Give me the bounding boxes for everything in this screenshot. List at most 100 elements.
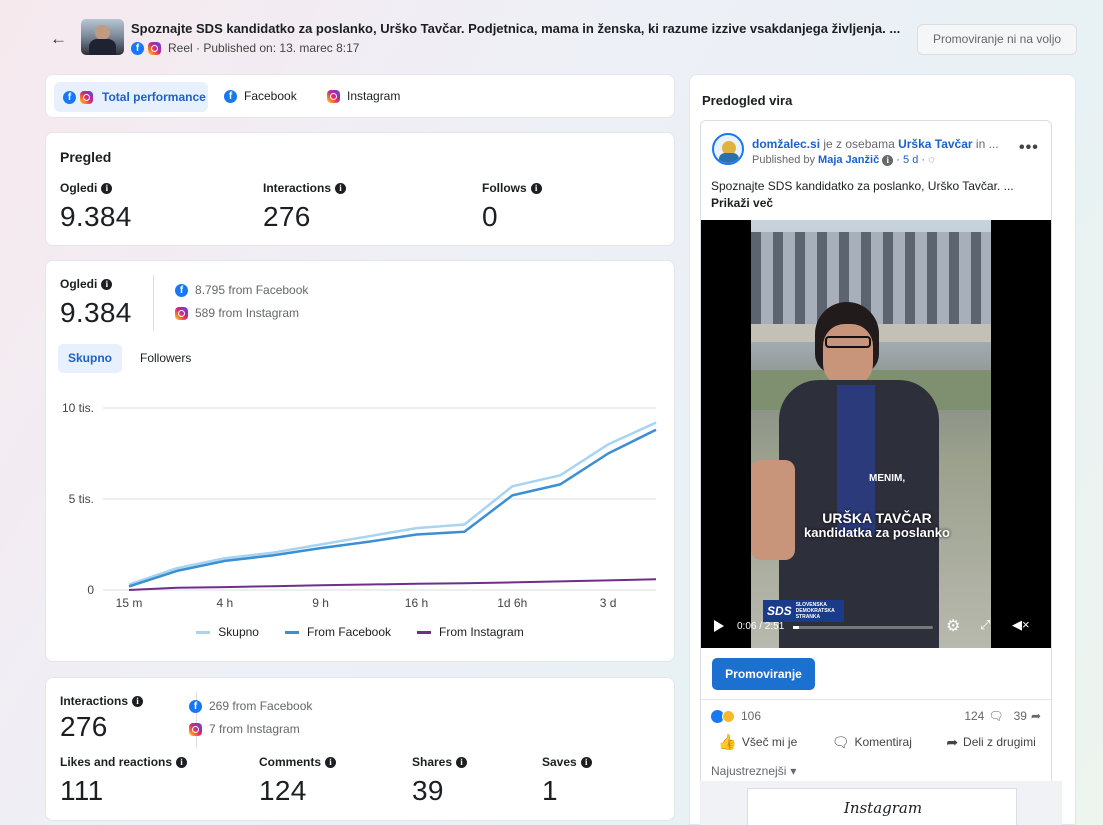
instagram-interactions: 7 from Instagram — [209, 722, 300, 736]
facebook-views: 8.795 from Facebook — [195, 283, 309, 297]
comment-sort[interactable]: Najustreznejši ▾ — [711, 764, 796, 778]
overview-views: Ogledi i 9.384 — [60, 181, 132, 233]
metric-label: Comments — [259, 755, 322, 769]
info-icon[interactable]: i — [132, 695, 144, 707]
author-link[interactable]: Maja Janžič — [818, 154, 879, 166]
promote-button[interactable]: Promoviranje — [712, 658, 815, 690]
facebook-icon: f — [131, 41, 144, 55]
post-time: · 5 d · — [893, 154, 929, 166]
instagram-icon — [189, 722, 202, 736]
series-line-skupno[interactable] — [128, 421, 657, 586]
post-meta-text: Reel · Published on: 13. marec 8:17 — [168, 41, 360, 55]
info-icon[interactable]: i — [530, 182, 542, 194]
post-title: Spoznajte SDS kandidatko za poslanko, Ur… — [131, 21, 901, 36]
legend-label: From Facebook — [306, 625, 392, 639]
comments-count[interactable]: 124 — [964, 709, 984, 723]
instagram-preview-strip: Instagram — [700, 781, 1062, 825]
sds-logo-text: SDS — [767, 604, 792, 618]
video-caption-small: MENIM, — [869, 473, 906, 484]
metric-label: Follows — [482, 181, 527, 195]
like-icon: 👍 — [718, 734, 737, 751]
promote-unavailable-button[interactable]: Promoviranje ni na voljo — [917, 24, 1077, 55]
legend-instagram: From Instagram — [417, 625, 524, 639]
more-options-icon[interactable]: ••• — [1019, 139, 1039, 157]
tab-instagram[interactable]: Instagram — [327, 89, 400, 103]
info-icon[interactable]: i — [882, 155, 894, 166]
saves-metric: Saves i 1 — [542, 755, 592, 807]
legend-label: From Instagram — [439, 625, 524, 639]
share-label: Deli z drugimi — [963, 735, 1036, 749]
back-arrow-icon[interactable]: ← — [50, 29, 67, 49]
info-icon[interactable]: i — [325, 756, 337, 768]
info-icon[interactable]: i — [101, 182, 113, 194]
views-metric: Ogledi i 9.384 — [60, 277, 132, 329]
info-icon[interactable]: i — [335, 182, 347, 194]
globe-icon: ◌ — [928, 154, 935, 166]
page-name-link[interactable]: domžalec.si — [752, 137, 820, 151]
post-author-line: domžalec.si je z osebama Urška Tavčar in… — [752, 137, 1017, 151]
divider — [153, 275, 154, 331]
like-button[interactable]: 👍 Všeč mi je — [718, 733, 797, 751]
instagram-icon — [80, 90, 93, 104]
feed-post: domžalec.si je z osebama Urška Tavčar in… — [700, 120, 1052, 825]
legend-swatch — [196, 630, 211, 634]
reel-thumbnail — [81, 19, 124, 55]
series-line-from-instagram[interactable] — [128, 578, 657, 591]
instagram-preview: Instagram — [747, 788, 1017, 825]
page-avatar[interactable] — [712, 133, 744, 165]
metric-value: 39 — [412, 775, 444, 806]
shares-count[interactable]: 39 — [1014, 709, 1027, 723]
legend-swatch — [284, 630, 299, 634]
legend-skupno: Skupno — [196, 625, 259, 639]
info-icon[interactable]: i — [456, 756, 468, 768]
in-more-text: in ... — [972, 137, 999, 151]
chevron-down-icon: ▾ — [790, 764, 797, 778]
facebook-icon: f — [175, 283, 188, 297]
overview-follows: Follows i 0 — [482, 181, 542, 233]
instagram-icon — [148, 41, 161, 55]
info-icon[interactable]: i — [101, 278, 113, 290]
tab-facebook[interactable]: f Facebook — [224, 89, 297, 103]
feed-preview-panel: Predogled vira domžalec.si je z osebama … — [689, 74, 1076, 825]
share-icon: ➦ — [1030, 709, 1041, 723]
metric-value: 0 — [482, 201, 498, 232]
comment-icon: 🗨 — [988, 709, 1004, 723]
mute-icon[interactable]: ◀× — [1012, 617, 1030, 633]
x-tick-label: 4 h — [216, 596, 233, 610]
settings-icon[interactable]: ⚙ — [946, 616, 960, 636]
video-role-overlay: kandidatka za poslanko — [804, 525, 950, 540]
preview-title: Predogled vira — [702, 93, 793, 108]
post-actions: 👍 Všeč mi je 🗨 Komentiraj ➦ Deli z drugimi — [701, 733, 1051, 752]
metric-value: 124 — [259, 775, 307, 806]
views-breakdown: f 8.795 from Facebook 589 from Instagram — [175, 280, 308, 323]
video-player[interactable]: MENIM, URŠKA TAVČAR kandidatka za poslan… — [701, 220, 1051, 648]
likes-metric: Likes and reactions i 111 — [60, 755, 188, 807]
interactions-metric: Interactions i 276 — [60, 694, 144, 743]
info-icon[interactable]: i — [580, 756, 592, 768]
info-icon[interactable]: i — [176, 756, 188, 768]
y-tick-label: 10 tis. — [62, 401, 94, 415]
reactions-summary[interactable]: 106 — [711, 709, 761, 723]
overview-title: Pregled — [60, 149, 112, 165]
play-icon[interactable] — [714, 620, 724, 632]
metric-label: Ogledi — [60, 181, 98, 195]
tab-label: Total performance — [102, 90, 206, 104]
sort-label: Najustreznejši — [711, 764, 787, 778]
tab-total-performance[interactable]: f Total performance — [54, 82, 208, 112]
metric-label: Interactions — [60, 694, 129, 708]
engagement-counts: 124 🗨 39 ➦ — [964, 709, 1041, 723]
overview-card: Pregled Ogledi i 9.384 Interactions i 276 … — [45, 132, 675, 246]
comment-button[interactable]: 🗨 Komentiraj — [832, 733, 912, 751]
person-link[interactable]: Urška Tavčar — [898, 137, 973, 151]
see-more-link[interactable]: Prikaži več — [711, 196, 773, 210]
video-time: 0:06 / 2:51 — [737, 621, 785, 632]
toggle-followers[interactable]: Followers — [140, 344, 191, 373]
legend-swatch — [417, 630, 432, 634]
fullscreen-icon[interactable]: ⤢ — [980, 617, 990, 633]
video-progress[interactable] — [793, 626, 933, 629]
toggle-skupno[interactable]: Skupno — [58, 344, 122, 373]
share-button[interactable]: ➦ Deli z drugimi — [946, 733, 1035, 751]
y-tick-label: 5 tis. — [69, 492, 94, 506]
chart-legend: Skupno From Facebook From Instagram — [46, 625, 674, 639]
metric-label: Ogledi — [60, 277, 98, 291]
